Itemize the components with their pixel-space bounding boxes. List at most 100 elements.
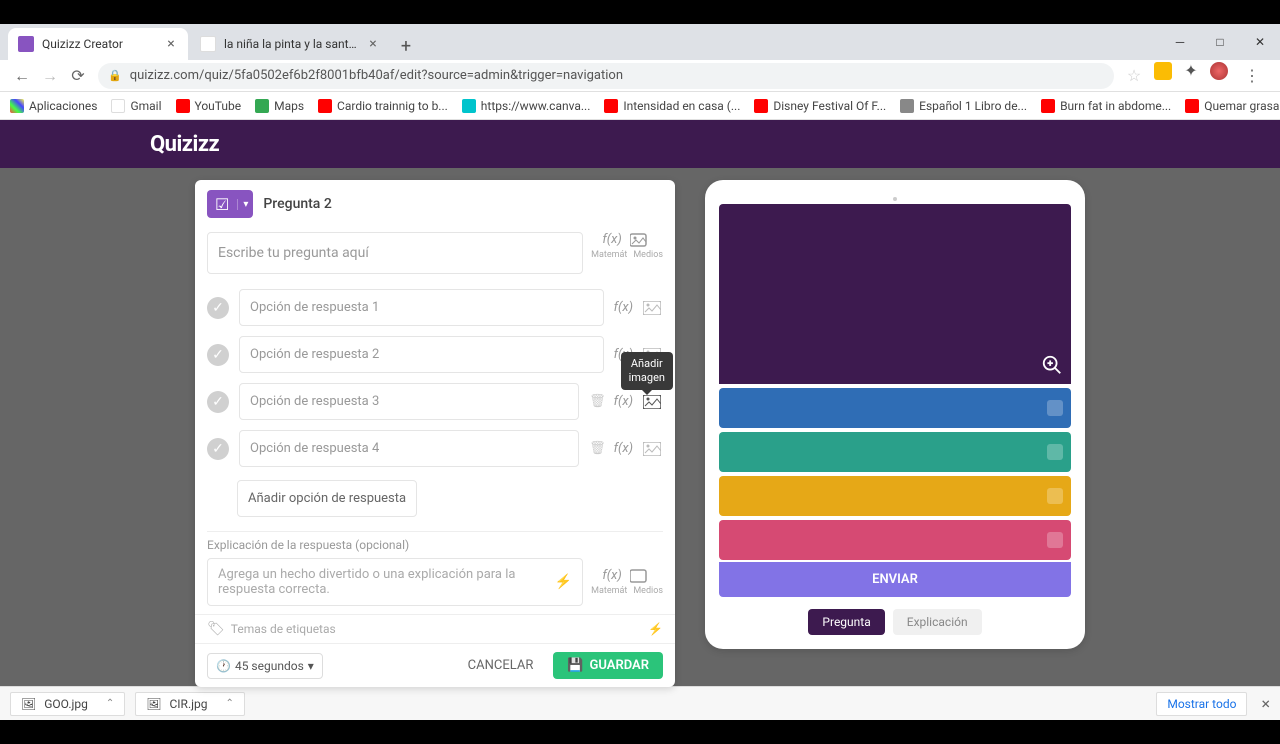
preview-option[interactable] bbox=[719, 520, 1071, 560]
reload-button[interactable]: ⟳ bbox=[64, 62, 92, 90]
url-text: quizizz.com/quiz/5fa0502ef6b2f8001bfb40a… bbox=[130, 68, 623, 83]
close-icon[interactable]: × bbox=[164, 37, 178, 51]
option-input[interactable]: Opción de respuesta 4 bbox=[239, 430, 579, 467]
extension-icon[interactable] bbox=[1154, 62, 1172, 80]
download-item[interactable]: 🖼 GOO.jpg ⌃ bbox=[10, 692, 125, 716]
tooltip: Añadir imagen bbox=[621, 352, 673, 391]
chevron-down-icon[interactable]: ▾ bbox=[237, 199, 253, 210]
favicon bbox=[200, 36, 216, 52]
logo: Quizizz bbox=[150, 132, 219, 157]
image-button[interactable] bbox=[641, 300, 663, 316]
delete-icon[interactable]: 🗑 bbox=[589, 394, 606, 409]
correct-toggle[interactable]: ✓ bbox=[207, 438, 229, 460]
checkbox-icon bbox=[1047, 444, 1063, 460]
bookmark-item[interactable]: Quemar grasa en a... bbox=[1185, 99, 1280, 113]
bookmark-item[interactable]: Disney Festival Of F... bbox=[754, 99, 886, 113]
preview-tab-explanation[interactable]: Explicación bbox=[893, 609, 982, 635]
close-downloads-bar[interactable]: × bbox=[1261, 694, 1270, 713]
image-button[interactable] bbox=[641, 441, 663, 457]
preview-option[interactable] bbox=[719, 476, 1071, 516]
chevron-down-icon: ▾ bbox=[308, 659, 314, 673]
download-item[interactable]: 🖼 CIR.jpg ⌃ bbox=[135, 692, 245, 716]
bolt-icon: ⚡ bbox=[555, 574, 572, 590]
option-input[interactable]: Opción de respuesta 1 bbox=[239, 289, 604, 326]
menu-button[interactable]: ⋮ bbox=[1238, 62, 1266, 90]
lock-icon: 🔒 bbox=[108, 69, 122, 82]
preview-question-area bbox=[719, 204, 1071, 384]
option-input[interactable]: Opción de respuesta 2 bbox=[239, 336, 604, 373]
image-button[interactable]: Añadir imagen bbox=[641, 394, 663, 410]
clock-icon: 🕐 bbox=[216, 659, 231, 673]
star-icon[interactable]: ☆ bbox=[1120, 62, 1148, 90]
tab-strip: Quizizz Creator × la niña la pinta y la … bbox=[0, 24, 1280, 60]
add-option-button[interactable]: Añadir opción de respuesta bbox=[237, 480, 417, 517]
preview-tab-question[interactable]: Pregunta bbox=[808, 609, 884, 635]
math-button[interactable]: f(x) bbox=[614, 441, 633, 456]
apps-button[interactable]: Aplicaciones bbox=[10, 99, 97, 113]
bookmark-item[interactable]: Intensidad en casa (... bbox=[604, 99, 740, 113]
option-row: ✓ Opción de respuesta 3 🗑 f(x) Añadir im… bbox=[207, 378, 663, 425]
save-button[interactable]: 💾 GUARDAR bbox=[553, 652, 663, 679]
question-type-button[interactable]: ☑ ▾ bbox=[207, 190, 253, 218]
show-all-downloads[interactable]: Mostrar todo bbox=[1156, 692, 1247, 716]
cancel-button[interactable]: CANCELAR bbox=[456, 652, 546, 679]
chevron-up-icon[interactable]: ⌃ bbox=[225, 698, 233, 709]
tab-title: Quizizz Creator bbox=[42, 37, 158, 51]
explanation-input[interactable]: Agrega un hecho divertido o una explicac… bbox=[207, 558, 583, 606]
preview-submit-button[interactable]: ENVIAR bbox=[719, 562, 1071, 597]
favicon bbox=[18, 36, 34, 52]
zoom-icon[interactable] bbox=[1041, 354, 1063, 376]
correct-toggle[interactable]: ✓ bbox=[207, 391, 229, 413]
bookmark-item[interactable]: https://www.canva... bbox=[462, 99, 591, 113]
bookmark-item[interactable]: Español 1 Libro de... bbox=[900, 99, 1027, 113]
maximize-button[interactable]: □ bbox=[1200, 24, 1240, 60]
close-window-button[interactable]: ✕ bbox=[1240, 24, 1280, 60]
forward-button[interactable]: → bbox=[36, 62, 64, 90]
bookmark-item[interactable]: Maps bbox=[255, 99, 304, 113]
math-button[interactable]: f(x) bbox=[602, 568, 621, 584]
preview-option[interactable] bbox=[719, 388, 1071, 428]
bookmark-item[interactable]: YouTube bbox=[176, 99, 242, 113]
math-button[interactable]: f(x) bbox=[602, 232, 621, 248]
file-icon: 🖼 bbox=[146, 697, 161, 711]
browser-tab-active[interactable]: Quizizz Creator × bbox=[8, 28, 188, 60]
checkbox-icon: ☑ bbox=[207, 195, 237, 214]
option-input[interactable]: Opción de respuesta 3 bbox=[239, 383, 579, 420]
chevron-up-icon[interactable]: ⌃ bbox=[106, 698, 114, 709]
math-button[interactable]: f(x) bbox=[614, 394, 633, 409]
extensions-icon[interactable]: ✦ bbox=[1182, 62, 1200, 80]
correct-toggle[interactable]: ✓ bbox=[207, 344, 229, 366]
option-row: ✓ Opción de respuesta 4 🗑 f(x) bbox=[207, 425, 663, 472]
bookmark-item[interactable]: Burn fat in abdome... bbox=[1041, 99, 1171, 113]
checkbox-icon bbox=[1047, 488, 1063, 504]
question-input[interactable]: Escribe tu pregunta aquí bbox=[207, 232, 583, 274]
checkbox-icon bbox=[1047, 532, 1063, 548]
file-icon: 🖼 bbox=[21, 697, 36, 711]
bookmark-item[interactable]: Gmail bbox=[111, 99, 161, 113]
minimize-button[interactable]: ─ bbox=[1160, 24, 1200, 60]
preview-option[interactable] bbox=[719, 432, 1071, 472]
url-field[interactable]: 🔒 quizizz.com/quiz/5fa0502ef6b2f8001bfb4… bbox=[98, 63, 1114, 89]
new-tab-button[interactable]: + bbox=[392, 32, 420, 60]
address-bar: ← → ⟳ 🔒 quizizz.com/quiz/5fa0502ef6b2f80… bbox=[0, 60, 1280, 92]
preview-panel: ENVIAR Pregunta Explicación bbox=[705, 180, 1085, 649]
math-button[interactable]: f(x) bbox=[614, 300, 633, 315]
media-button[interactable] bbox=[630, 568, 652, 584]
back-button[interactable]: ← bbox=[8, 62, 36, 90]
app-header: Quizizz bbox=[0, 120, 1280, 168]
option-row: ✓ Opción de respuesta 1 f(x) bbox=[207, 284, 663, 331]
save-icon: 💾 bbox=[567, 658, 583, 673]
time-selector[interactable]: 🕐 45 segundos ▾ bbox=[207, 653, 323, 679]
tags-input[interactable]: Temas de etiquetas bbox=[231, 622, 336, 636]
bolt-icon: ⚡ bbox=[648, 622, 663, 636]
profile-avatar[interactable] bbox=[1210, 62, 1228, 80]
media-button[interactable] bbox=[630, 232, 652, 248]
downloads-bar: 🖼 GOO.jpg ⌃ 🖼 CIR.jpg ⌃ Mostrar todo × bbox=[0, 686, 1280, 720]
checkbox-icon bbox=[1047, 400, 1063, 416]
browser-tab[interactable]: la niña la pinta y la santa maria - × bbox=[190, 28, 390, 60]
delete-icon[interactable]: 🗑 bbox=[589, 441, 606, 456]
explanation-label: Explicación de la respuesta (opcional) bbox=[207, 531, 663, 558]
correct-toggle[interactable]: ✓ bbox=[207, 297, 229, 319]
close-icon[interactable]: × bbox=[366, 37, 380, 51]
bookmark-item[interactable]: Cardio trainnig to b... bbox=[318, 99, 448, 113]
